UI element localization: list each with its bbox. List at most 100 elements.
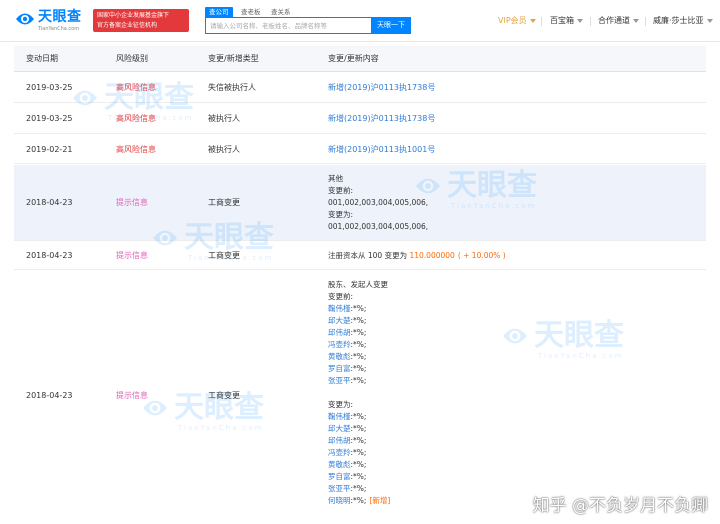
content-line: 001,002,003,004,005,006, xyxy=(328,222,429,231)
shareholder-entry: 冯壶羚:*%; xyxy=(328,447,390,459)
row-type: 被执行人 xyxy=(208,114,240,123)
risk-level-high[interactable]: 高风险信息 xyxy=(116,83,156,93)
source-watermark-text: 知乎 @不负岁月不负卿 xyxy=(532,496,708,516)
after-label: 变更为: xyxy=(328,400,354,409)
chevron-down-icon xyxy=(529,18,536,23)
column-header-date: 变动日期 xyxy=(26,54,58,63)
column-header-level: 风险级别 xyxy=(116,54,148,63)
shareholder-entry: 黄敬彪:*%; xyxy=(328,351,390,363)
nav-cooperation[interactable]: 合作通道 xyxy=(598,14,639,28)
tab-search-relation[interactable]: 查关系 xyxy=(271,7,291,17)
row-content-link[interactable]: 新增(2019)沪0113执1738号 xyxy=(328,83,435,93)
shareholder-ratio: :*%; xyxy=(350,496,367,505)
shareholder-ratio: :*%; xyxy=(350,412,367,421)
table-row: 2018-04-23 提示信息 工商变更 注册资本从 100 变更为 110.0… xyxy=(14,242,706,270)
shareholder-entry: 张亚平:*%; xyxy=(328,375,390,387)
nav-user-label: 威廉·莎士比亚 xyxy=(653,16,704,25)
site-logo[interactable]: 天眼查 TianYanCha.com xyxy=(14,7,88,35)
shareholder-ratio: :*%; xyxy=(350,424,367,433)
shareholder-entry: 罗自富:*%; xyxy=(328,363,390,375)
badge-line-2: 官方备案企业征信机构 xyxy=(97,21,158,29)
row-date: 2018-04-23 xyxy=(26,251,73,260)
capital-change-prefix: 注册资本从 100 变更为 xyxy=(328,251,410,260)
risk-level-hint[interactable]: 提示信息 xyxy=(116,251,148,261)
content-line: 变更为: xyxy=(328,210,354,219)
capital-change-value: 110.000000 xyxy=(409,251,455,260)
nav-cooperation-label: 合作通道 xyxy=(598,16,630,25)
nav-treasure-box[interactable]: 百宝箱 xyxy=(550,14,583,28)
search-input[interactable] xyxy=(206,18,371,33)
shareholder-entry: 邱大楚:*%; xyxy=(328,423,390,435)
table-row: 2018-04-23 提示信息 工商变更 其他 变更前: 001,002,003… xyxy=(14,165,706,241)
capital-change-percent: ( + 10.00% ) xyxy=(457,251,506,260)
shareholder-ratio: :*%; xyxy=(350,352,367,361)
shareholder-name-link[interactable]: 罗自富 xyxy=(328,364,351,373)
shareholder-entry: 鞠伟槿:*%; xyxy=(328,411,390,423)
chevron-down-icon xyxy=(706,18,713,23)
shareholder-name-link[interactable]: 何晓明 xyxy=(328,496,351,505)
shareholder-entry: 何晓明:*%; [新增] xyxy=(328,495,390,507)
shareholder-name-link[interactable]: 鞠伟槿 xyxy=(328,412,351,421)
shareholder-name-link[interactable]: 张亚平 xyxy=(328,376,351,385)
nav-treasure-label: 百宝箱 xyxy=(550,16,574,25)
logo-name: 天眼查 xyxy=(38,9,82,25)
content-line: 其他 xyxy=(328,174,343,183)
new-tag: [新增] xyxy=(369,496,391,505)
shareholder-change-content: 股东、发起人变更 变更前: 鞠伟槿:*%; 邱大楚:*%; 邱伟胡:*%; 冯壶羚:*… xyxy=(328,279,390,507)
chevron-down-icon xyxy=(633,18,639,23)
shareholder-name-link[interactable]: 邱大楚 xyxy=(328,316,351,325)
chevron-down-icon xyxy=(577,18,583,23)
shareholder-name-link[interactable]: 邱伟胡 xyxy=(328,328,351,337)
shareholder-ratio: :*%; xyxy=(350,472,367,481)
nav-divider xyxy=(541,17,542,26)
table-header: 变动日期 风险级别 变更/新增类型 变更/更新内容 xyxy=(14,46,706,72)
shareholder-name-link[interactable]: 邱伟胡 xyxy=(328,436,351,445)
search-button[interactable]: 天眼一下 xyxy=(371,17,411,34)
shareholder-entry: 邱伟胡:*%; xyxy=(328,435,390,447)
risk-level-high[interactable]: 高风险信息 xyxy=(116,114,156,124)
shareholder-ratio: :*%; xyxy=(350,340,367,349)
nav-vip-label: VIP会员 xyxy=(498,16,527,25)
shareholder-name-link[interactable]: 罗自富 xyxy=(328,472,351,481)
table-row: 2019-03-25 高风险信息 被执行人 新增(2019)沪0113执1738… xyxy=(14,104,706,134)
tab-search-boss[interactable]: 查老板 xyxy=(241,7,261,17)
tab-search-company[interactable]: 查公司 xyxy=(205,7,233,17)
row-date: 2019-03-25 xyxy=(26,114,73,123)
shareholder-entry: 罗自富:*%; xyxy=(328,471,390,483)
shareholder-ratio: :*%; xyxy=(350,304,367,313)
shareholder-name-link[interactable]: 冯壶羚 xyxy=(328,448,351,457)
logo-domain: TianYanCha.com xyxy=(38,26,80,32)
shareholder-ratio: :*%; xyxy=(350,316,367,325)
row-type: 失信被执行人 xyxy=(208,83,256,92)
column-header-type: 变更/新增类型 xyxy=(208,54,259,63)
table-row: 2018-04-23 提示信息 工商变更 股东、发起人变更 变更前: 鞠伟槿:*… xyxy=(14,271,706,524)
content-title: 股东、发起人变更 xyxy=(328,280,388,289)
row-type: 工商变更 xyxy=(208,198,240,207)
shareholder-ratio: :*%; xyxy=(350,448,367,457)
shareholder-name-link[interactable]: 黄敬彪 xyxy=(328,352,351,361)
risk-level-hint[interactable]: 提示信息 xyxy=(116,391,148,401)
shareholder-name-link[interactable]: 鞠伟槿 xyxy=(328,304,351,313)
risk-level-high[interactable]: 高风险信息 xyxy=(116,145,156,155)
content-line: 001,002,003,004,005,006, xyxy=(328,198,429,207)
table-row: 2019-03-25 高风险信息 失信被执行人 新增(2019)沪0113执17… xyxy=(14,73,706,103)
shareholder-entry: 黄敬彪:*%; xyxy=(328,459,390,471)
shareholder-ratio: :*%; xyxy=(350,328,367,337)
row-content-link[interactable]: 新增(2019)沪0113执1738号 xyxy=(328,114,435,124)
row-date: 2018-04-23 xyxy=(26,198,73,207)
row-date: 2018-04-23 xyxy=(26,391,73,400)
risk-level-hint[interactable]: 提示信息 xyxy=(116,198,148,208)
shareholder-name-link[interactable]: 黄敬彪 xyxy=(328,460,351,469)
shareholder-entry: 鞠伟槿:*%; xyxy=(328,303,390,315)
shareholder-entry: 邱大楚:*%; xyxy=(328,315,390,327)
badge-line-1: 国家中小企业发展基金旗下 xyxy=(97,12,170,19)
nav-user-account[interactable]: 威廉·莎士比亚 xyxy=(653,14,713,28)
shareholder-name-link[interactable]: 邱大楚 xyxy=(328,424,351,433)
shareholder-name-link[interactable]: 冯壶羚 xyxy=(328,340,351,349)
shareholder-name-link[interactable]: 张亚平 xyxy=(328,484,351,493)
nav-vip-member[interactable]: VIP会员 xyxy=(498,14,536,28)
row-content-link[interactable]: 新增(2019)沪0113执1001号 xyxy=(328,145,435,155)
nav-divider xyxy=(590,17,591,26)
credential-badge[interactable]: 国家中小企业发展基金旗下 官方备案企业征信机构 xyxy=(93,9,189,32)
